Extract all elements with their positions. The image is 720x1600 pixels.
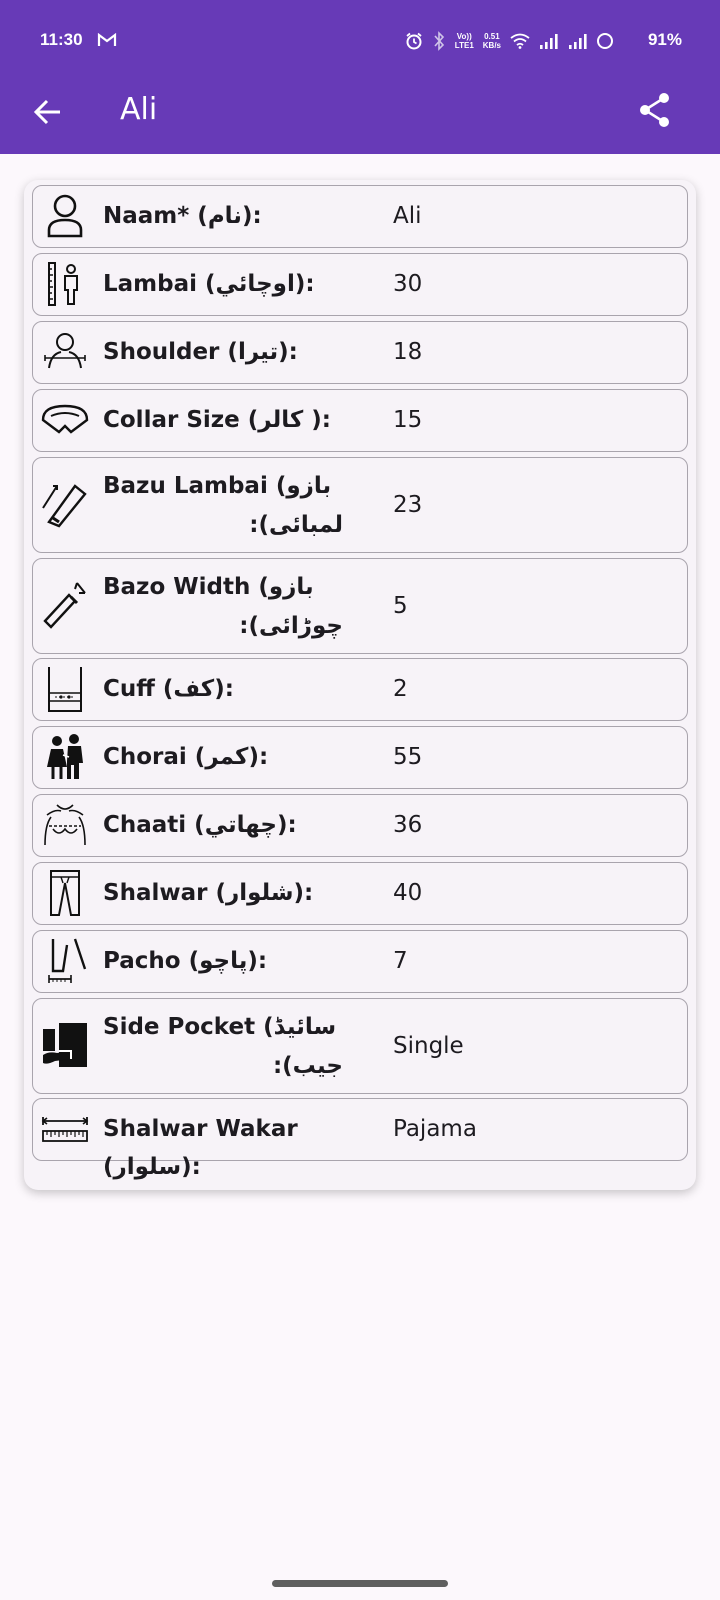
status-icons: Vo)) LTE1 0.51 KB/s: [405, 29, 666, 53]
field-row-side-pocket: Side Pocket (سائیڈ جیب): Single: [32, 998, 688, 1094]
field-row-collar: Collar Size (کالر ): 15: [32, 389, 688, 452]
field-icon: [41, 1021, 89, 1069]
field-row-lambai: Lambai (اوچائي): 30: [32, 253, 688, 316]
field-label: Chaati (چھاتي):: [103, 812, 297, 838]
field-label-line1: Side Pocket (سائیڈ: [103, 1014, 337, 1040]
shoulder-icon: [44, 333, 86, 369]
bluetooth-icon: [434, 31, 444, 51]
field-label: Chorai (کمر):: [103, 744, 269, 770]
field-label-line2: چوڑائی):: [239, 613, 343, 639]
field-label-line2: لمبائی):: [249, 512, 343, 538]
cuff-icon: [48, 667, 82, 712]
network-speed-value: 0.51: [484, 32, 500, 41]
field-icon: [41, 937, 89, 985]
side-pocket-icon: [43, 1023, 87, 1067]
signal-1-icon: [540, 34, 558, 49]
field-row-pacho: Pacho (پاچو): 7: [32, 930, 688, 993]
sleeve-length-icon: [42, 484, 87, 528]
field-value: 2: [393, 676, 408, 702]
field-value: 7: [393, 948, 408, 974]
app-bar: Ali: [0, 82, 720, 154]
trousers-icon: [50, 870, 80, 916]
gmail-notification-icon: [97, 33, 117, 46]
field-row-shalwar: Shalwar (شلوار): 40: [32, 862, 688, 925]
field-value: Pajama: [393, 1116, 477, 1142]
volte-top: Vo)): [456, 32, 472, 41]
field-value: 23: [393, 492, 423, 518]
field-value: Ali: [393, 203, 422, 229]
field-row-shalwar-wakar: Shalwar Wakar (سلوار): Pajama: [32, 1098, 688, 1180]
field-value: 36: [393, 812, 423, 838]
field-value: 15: [393, 407, 423, 433]
field-value: 40: [393, 880, 423, 906]
alarm-icon: [406, 32, 422, 50]
field-row-bazo-width: Bazo Width (بازو چوڑائی): 5: [32, 558, 688, 654]
ruler-icon: [41, 1117, 89, 1142]
field-label: Collar Size (کالر ):: [103, 407, 331, 433]
field-icon: [41, 396, 89, 444]
collar-icon: [41, 404, 89, 434]
wifi-icon: [510, 33, 530, 49]
field-icon: [41, 1105, 89, 1153]
chest-icon: [44, 804, 86, 846]
field-value: 55: [393, 744, 423, 770]
field-icon: [41, 869, 89, 917]
height-measure-icon: [48, 262, 78, 306]
field-icon: [41, 328, 89, 376]
volte-bottom: LTE1: [454, 41, 474, 50]
back-button[interactable]: [32, 96, 64, 128]
field-icon: [41, 665, 89, 713]
measurement-card: Naam* (نام): Ali Lambai (اوچائي): 30 Sho…: [24, 180, 696, 1190]
field-row-bazu-lambai: Bazu Lambai (بازو لمبائی): 23: [32, 457, 688, 553]
status-time: 11:30: [40, 30, 83, 49]
status-bar: 11:30 Vo)) LTE1 0.51 KB/s 91%: [0, 0, 720, 82]
field-label-line1: Bazo Width (بازو: [103, 574, 314, 600]
field-label-line1: Bazu Lambai (بازو: [103, 473, 332, 499]
field-icon: [41, 581, 89, 629]
field-label: Cuff (کف):: [103, 676, 234, 702]
person-icon: [47, 194, 83, 238]
field-value: 30: [393, 271, 423, 297]
share-button[interactable]: [638, 92, 672, 128]
field-label: Shalwar (شلوار):: [103, 880, 314, 906]
network-speed-unit: KB/s: [482, 41, 501, 50]
field-icon: [41, 192, 89, 240]
field-icon: [41, 733, 89, 781]
field-row-shoulder: Shoulder (تیرا): 18: [32, 321, 688, 384]
field-icon: [41, 260, 89, 308]
network-speed: 0.51 KB/s: [483, 32, 501, 50]
page-title: Ali: [120, 92, 158, 127]
field-row-cuff: Cuff (کف): 2: [32, 658, 688, 721]
volte-indicator: Vo)) LTE1: [455, 32, 474, 50]
share-icon: [640, 93, 669, 127]
battery-level: 91%: [647, 30, 682, 49]
signal-2-icon: [569, 34, 587, 49]
field-icon: [41, 801, 89, 849]
battery-icon: [597, 33, 613, 49]
field-icon: [41, 480, 89, 528]
field-value: Single: [393, 1033, 464, 1059]
hem-width-icon: [48, 938, 87, 983]
sleeve-width-icon: [43, 582, 86, 629]
field-label-line2: جیب):: [272, 1053, 343, 1079]
field-row-chaati: Chaati (چھاتي): 36: [32, 794, 688, 857]
field-label: Pacho (پاچو):: [103, 948, 268, 974]
field-label: Lambai (اوچائي):: [103, 271, 315, 297]
arrow-back-icon: [33, 99, 60, 125]
field-row-chorai: Chorai (کمر): 55: [32, 726, 688, 789]
field-value: 5: [393, 593, 408, 619]
field-label: Shalwar Wakar (سلوار):: [103, 1116, 298, 1180]
home-indicator[interactable]: [272, 1580, 448, 1587]
field-label: Shoulder (تیرا):: [103, 339, 298, 365]
field-label: Naam* (نام):: [103, 203, 262, 229]
field-value: 18: [393, 339, 423, 365]
waist-icon: [47, 734, 83, 779]
field-row-naam: Naam* (نام): Ali: [32, 185, 688, 248]
